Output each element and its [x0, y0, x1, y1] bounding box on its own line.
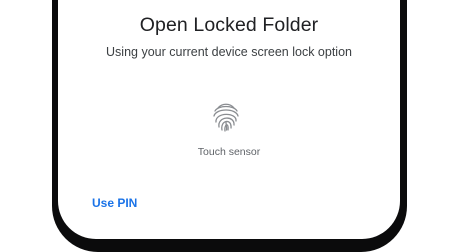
- screenshot-stage: Open Locked Folder Using your current de…: [0, 0, 450, 252]
- touch-sensor-label: Touch sensor: [197, 146, 261, 158]
- fingerprint-icon[interactable]: [209, 100, 243, 134]
- phone-screen: Open Locked Folder Using your current de…: [58, 0, 400, 239]
- use-pin-button[interactable]: Use PIN: [92, 196, 137, 210]
- dialog-title: Open Locked Folder: [139, 14, 319, 36]
- dialog-subtitle: Using your current device screen lock op…: [106, 45, 352, 59]
